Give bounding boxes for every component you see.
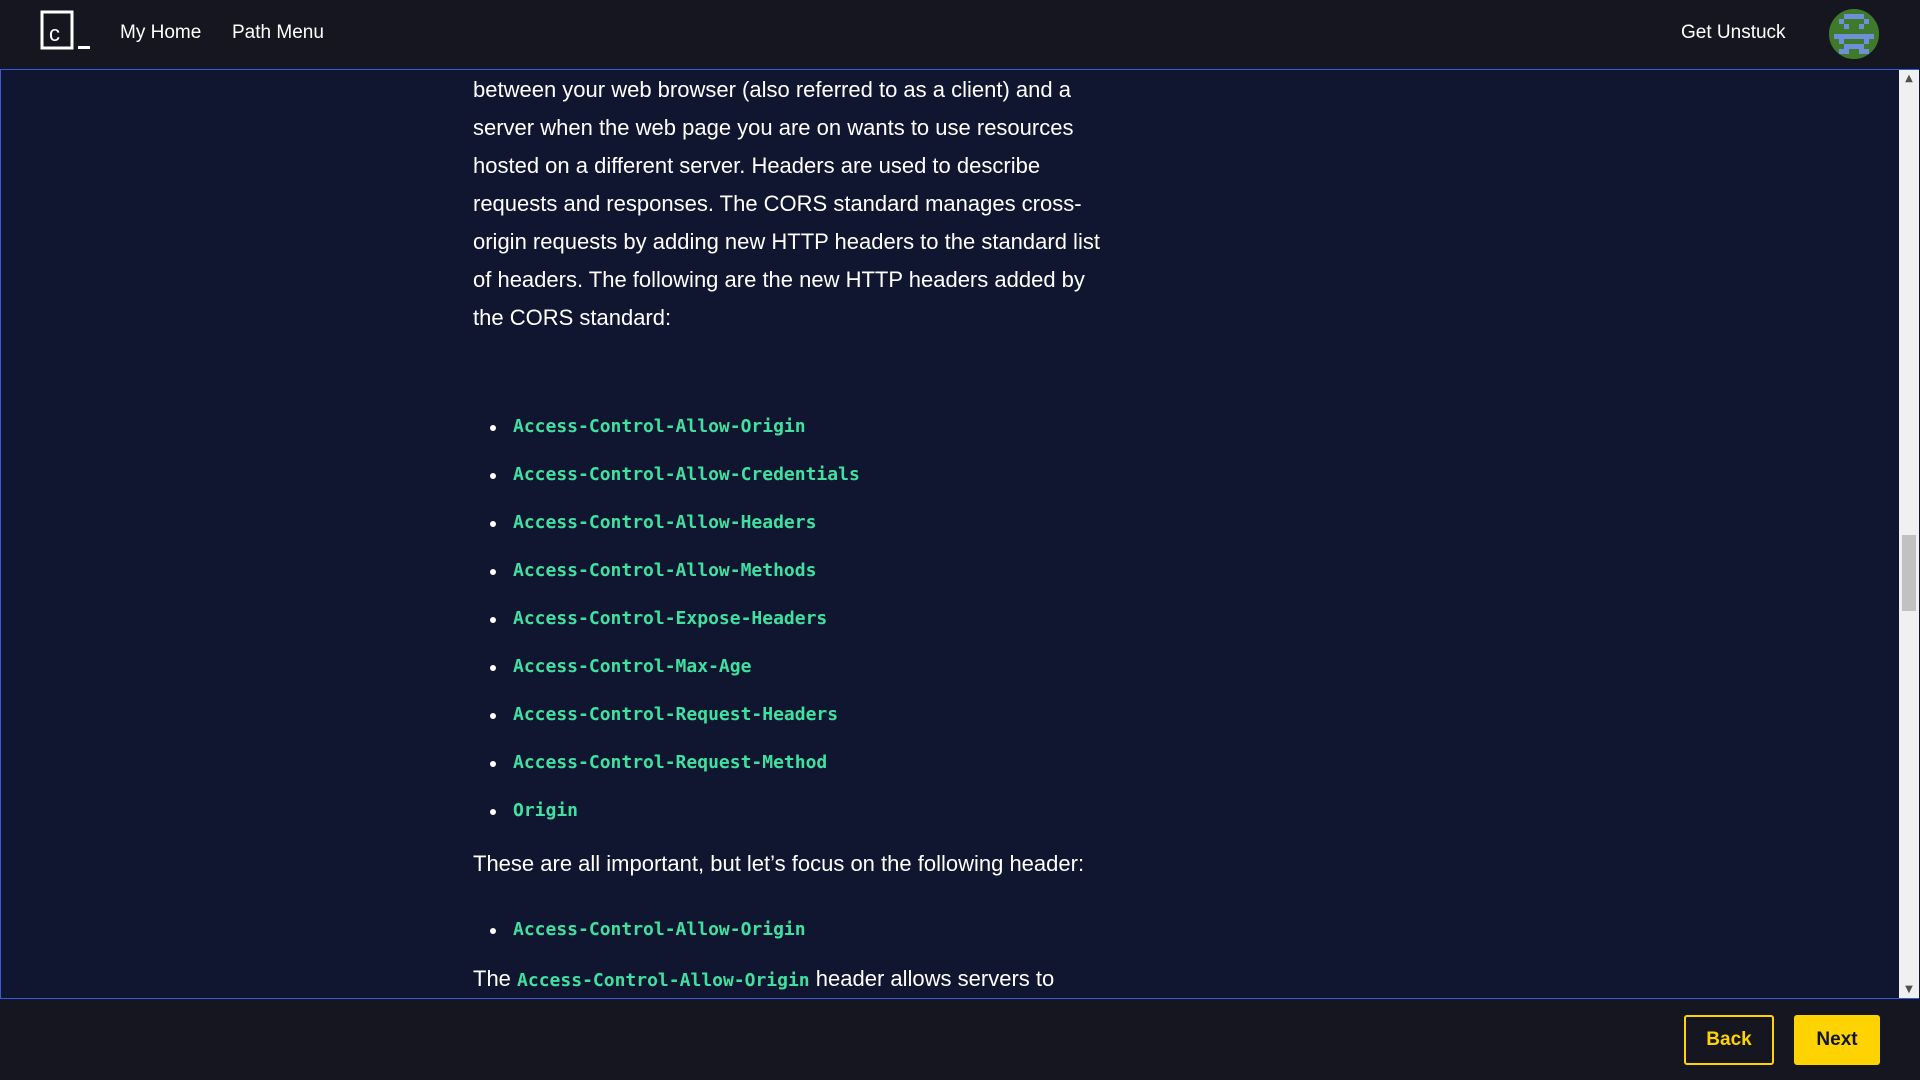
scroll-down-arrow-icon[interactable]: ▼ bbox=[1899, 981, 1919, 998]
list-item: Access-Control-Allow-Credentials bbox=[473, 451, 1113, 499]
list-item: Access-Control-Allow-Methods bbox=[473, 547, 1113, 595]
my-home-link[interactable]: My Home bbox=[120, 22, 201, 44]
codecademy-logo-icon[interactable]: c bbox=[40, 10, 92, 52]
scroll-up-arrow-icon[interactable]: ▲ bbox=[1899, 70, 1919, 87]
inline-code: Access-Control-Allow-Origin bbox=[517, 970, 810, 991]
cors-headers-list: Access-Control-Allow-Origin Access-Contr… bbox=[473, 403, 1113, 835]
list-item: Access-Control-Request-Method bbox=[473, 739, 1113, 787]
list-item: Access-Control-Max-Age bbox=[473, 643, 1113, 691]
list-item: Access-Control-Allow-Headers bbox=[473, 499, 1113, 547]
list-item: Access-Control-Request-Headers bbox=[473, 691, 1113, 739]
next-button[interactable]: Next bbox=[1794, 1015, 1880, 1065]
top-navigation-bar: c My Home Path Menu Get Unstuck bbox=[0, 0, 1920, 68]
pixel-avatar-icon bbox=[1829, 9, 1879, 59]
lesson-content-frame[interactable]: between your web browser (also referred … bbox=[0, 69, 1919, 1031]
focus-paragraph: These are all important, but let’s focus… bbox=[473, 851, 1085, 876]
vertical-scrollbar[interactable]: ▲ ▼ bbox=[1899, 70, 1919, 998]
closing-prefix: The bbox=[473, 966, 511, 991]
get-unstuck-link[interactable]: Get Unstuck bbox=[1681, 22, 1786, 44]
list-item: Access-Control-Allow-Origin bbox=[473, 906, 1113, 954]
bottom-navigation-bar: Back Next bbox=[0, 1000, 1920, 1080]
path-menu-link[interactable]: Path Menu bbox=[232, 22, 324, 44]
list-item: Access-Control-Allow-Origin bbox=[473, 403, 1113, 451]
list-item: Access-Control-Expose-Headers bbox=[473, 595, 1113, 643]
focus-headers-list: Access-Control-Allow-Origin bbox=[473, 906, 1113, 954]
intro-paragraph: between your web browser (also referred … bbox=[473, 77, 1100, 330]
back-button[interactable]: Back bbox=[1684, 1015, 1774, 1065]
list-item: Origin bbox=[473, 787, 1113, 835]
user-avatar[interactable] bbox=[1829, 9, 1879, 59]
svg-text:c: c bbox=[49, 21, 60, 46]
scroll-thumb[interactable] bbox=[1902, 535, 1916, 611]
